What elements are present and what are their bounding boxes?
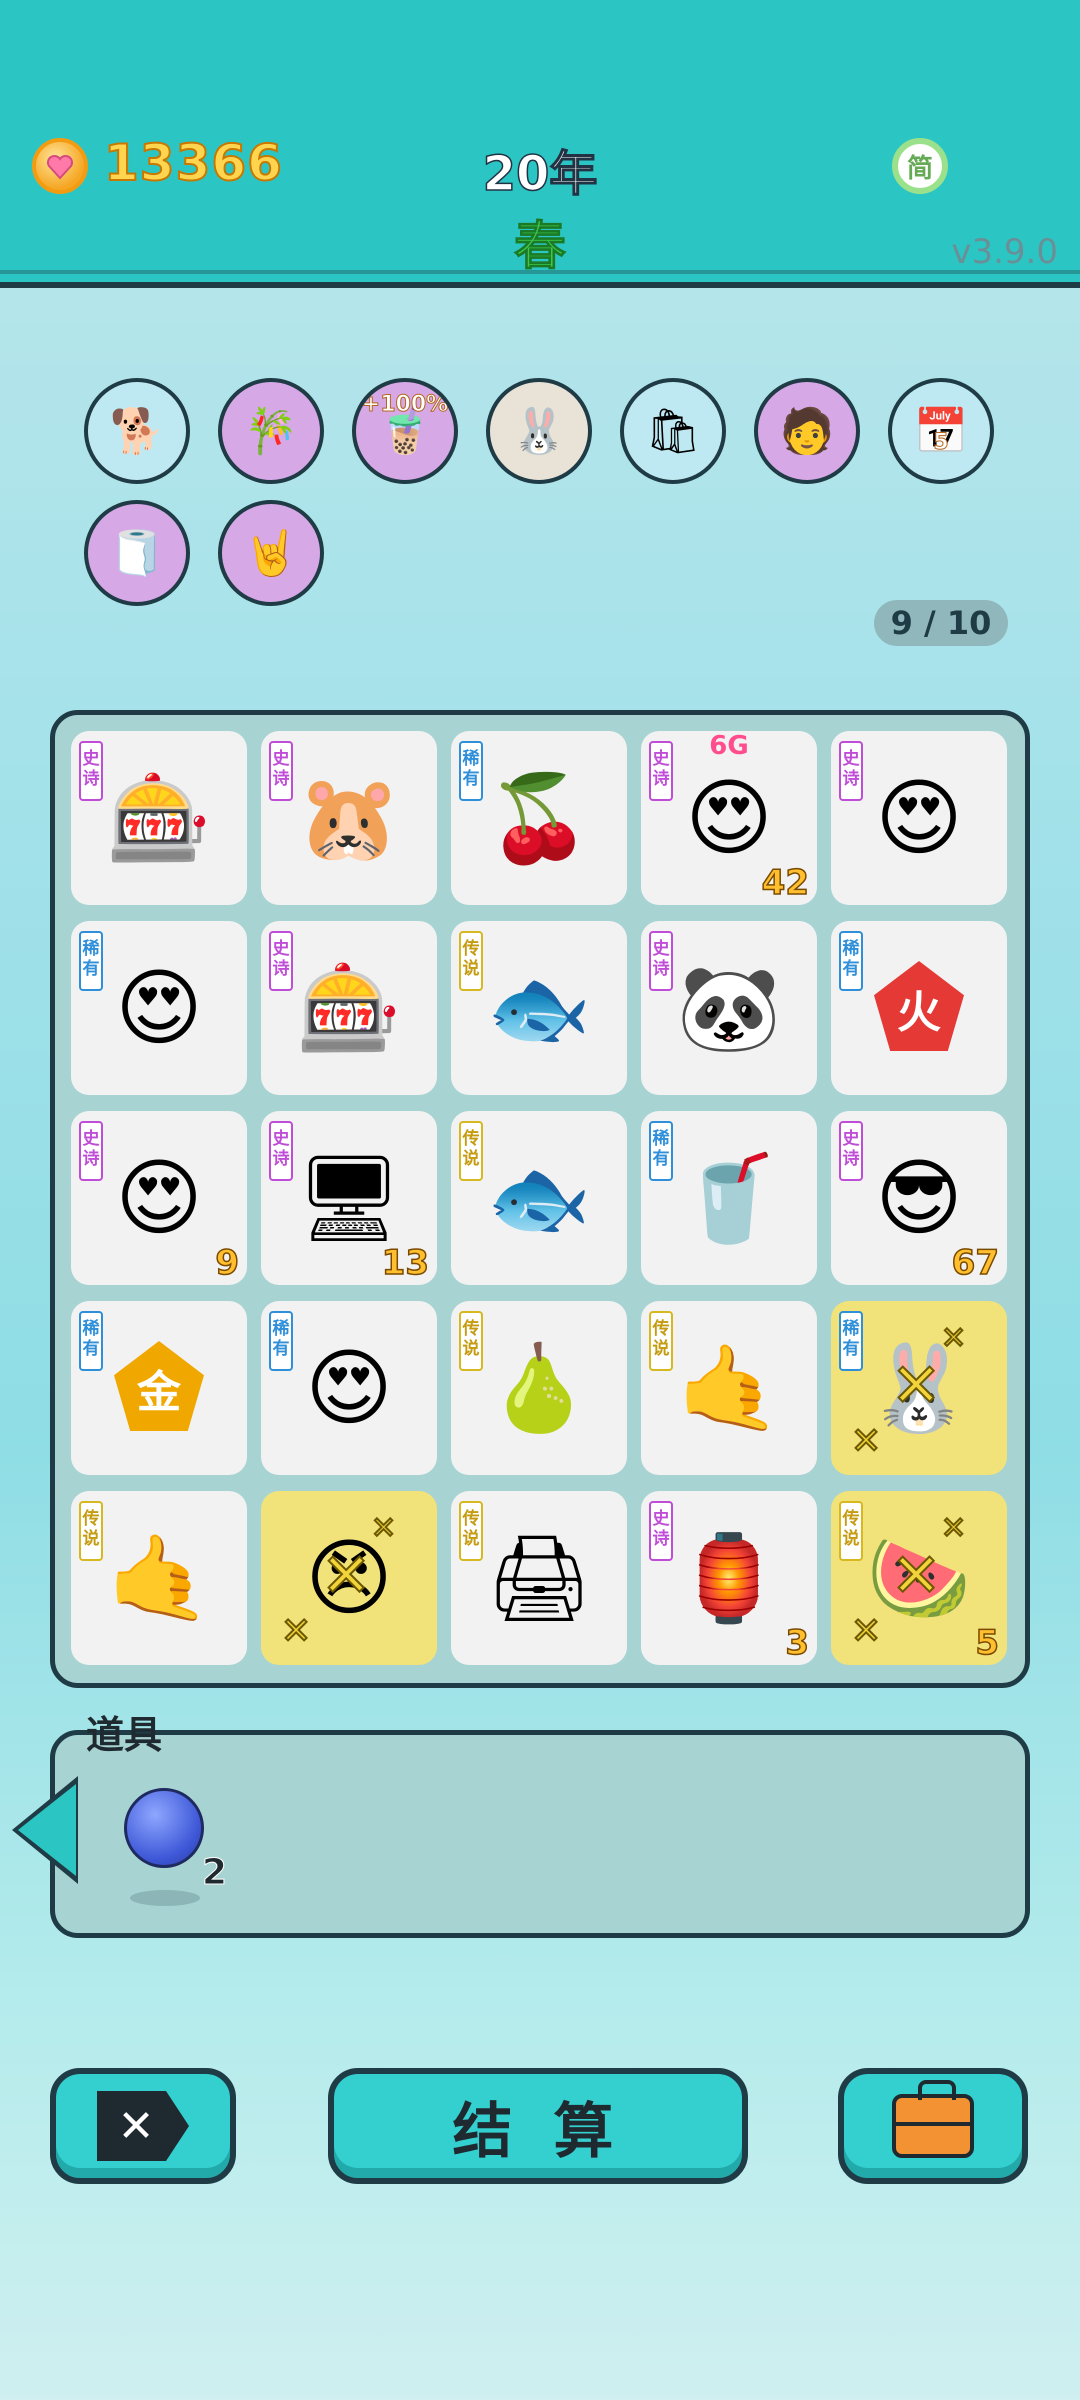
rarity-tag-epic: 史诗 (79, 1121, 103, 1181)
board-cell-bunny-gift[interactable]: 🐰 稀有 ✕ ✕ ✕ (831, 1301, 1007, 1475)
rarity-tag-legend: 传说 (79, 1501, 103, 1561)
berry-shadow (130, 1890, 200, 1906)
rice-bag-buff-icon[interactable]: 🛍 (620, 378, 726, 484)
rarity-tag-epic: 史诗 (269, 1121, 293, 1181)
board-cell-pointing-hand[interactable]: 🤙 传说 (641, 1301, 817, 1475)
rarity-tag-rare: 稀有 (649, 1121, 673, 1181)
rarity-tag-legend: 传说 (459, 1121, 483, 1181)
cell-count: 5 (975, 1622, 1000, 1664)
bag-button[interactable] (838, 2068, 1028, 2184)
cell-count: 9 (215, 1242, 240, 1284)
cross-mark-icon: ✕ (850, 1420, 882, 1463)
rarity-tag-legend: 传说 (649, 1311, 673, 1371)
season-label: 春 (513, 217, 566, 278)
board-capacity-counter: 9 / 10 (874, 600, 1008, 646)
blueberry-item-count: 2 (201, 1852, 228, 1894)
milk-tea-plus100-buff-label: +100% (361, 392, 449, 418)
rarity-tag-epic: 史诗 (649, 1501, 673, 1561)
cell-count: 67 (951, 1242, 1000, 1284)
bamboo-buff-icon[interactable]: 🎋 (218, 378, 324, 484)
cell-bonus-label: 6G (709, 731, 749, 761)
language-toggle-button[interactable]: 简 (892, 138, 948, 194)
rarity-tag-epic: 史诗 (839, 741, 863, 801)
board-cell-graphics-card[interactable]: 🖥 史诗 13 (261, 1111, 437, 1285)
rarity-tag-epic: 史诗 (839, 1121, 863, 1181)
items-prev-arrow-icon[interactable] (18, 1784, 76, 1876)
rarity-tag-legend: 传说 (459, 931, 483, 991)
rarity-tag-rare: 稀有 (269, 1311, 293, 1371)
calendar-buff-icon[interactable]: 📅 5 (888, 378, 994, 484)
rarity-tag-rare: 稀有 (839, 931, 863, 991)
husky-dog-buff-glyph: 🐕 (109, 406, 165, 457)
briefcase-icon (892, 2080, 974, 2158)
top-bar: 13366 20年 春 简 v3.9.0 (0, 0, 1080, 288)
board-cell-fire-element[interactable]: 火稀有 (831, 921, 1007, 1095)
calendar-buff-label: 5 (933, 430, 949, 456)
milk-tea-plus100-buff-icon[interactable]: 🧋 +100% (352, 378, 458, 484)
cross-mark-icon: ✕ (940, 1320, 967, 1357)
exit-icon: ✕ (97, 2091, 189, 2161)
cross-mark-icon: ✕ (890, 1350, 942, 1422)
board-cell-capsule-machine[interactable]: 🎰 史诗 (261, 921, 437, 1095)
cross-mark-icon: ✕ (280, 1610, 312, 1653)
cross-mark-icon: ✕ (850, 1610, 882, 1653)
board-cell-koi-fish[interactable]: 🐟 传说 (451, 921, 627, 1095)
board-cell-heart-eyes-boy[interactable]: 😍 稀有 (261, 1301, 437, 1475)
version-label: v3.9.0 (951, 232, 1058, 272)
rarity-tag-legend: 传说 (839, 1501, 863, 1561)
multiplier-head-buff-icon[interactable]: 🧑 (754, 378, 860, 484)
tissue-box-buff-glyph: 🧻 (109, 528, 165, 579)
board-cell-groundhog[interactable]: 🐹 史诗 (261, 731, 437, 905)
rarity-tag-epic: 史诗 (79, 741, 103, 801)
cell-count: 42 (761, 862, 810, 904)
bunny-buff-icon[interactable]: 🐰 (486, 378, 592, 484)
rarity-tag-rare: 稀有 (79, 931, 103, 991)
board-cell-longan-fruit[interactable]: 🍐 传说 (451, 1301, 627, 1475)
board-cell-gold-element[interactable]: 金稀有 (71, 1301, 247, 1475)
items-title: 道具 (86, 1713, 163, 1757)
rice-bag-buff-glyph: 🛍 (645, 406, 701, 457)
cross-mark-icon: ✕ (320, 1540, 372, 1612)
rock-hand-buff-glyph: 🤘 (243, 528, 299, 579)
board-cell-lychee[interactable]: 🍒 稀有 (451, 731, 627, 905)
rarity-tag-rare: 稀有 (839, 1311, 863, 1371)
husky-dog-buff-icon[interactable]: 🐕 (84, 378, 190, 484)
rock-hand-buff-icon[interactable]: 🤘 (218, 500, 324, 606)
board-cell-watermelon[interactable]: 🍉 传说 5 ✕ ✕ ✕ (831, 1491, 1007, 1665)
board-cell-pointing-hand[interactable]: 🤙 传说 (71, 1491, 247, 1665)
board-cell-koi-fish[interactable]: 🐟 传说 (451, 1111, 627, 1285)
board-cell-rapper-man[interactable]: 😠 ✕ ✕ ✕ (261, 1491, 437, 1665)
exit-button[interactable]: ✕ (50, 2068, 236, 2184)
cell-count: 13 (381, 1242, 430, 1284)
board-cell-panda[interactable]: 🐼 史诗 (641, 921, 817, 1095)
settle-button[interactable]: 结 算 (328, 2068, 748, 2184)
rarity-tag-legend: 传说 (459, 1311, 483, 1371)
bunny-buff-glyph: 🐰 (511, 406, 567, 457)
board-cell-bald-heart-eyes[interactable]: 😍 稀有 (71, 921, 247, 1095)
cross-mark-icon: ✕ (940, 1510, 967, 1547)
cross-mark-icon: ✕ (890, 1540, 942, 1612)
board-cell-heart-eyes-girl[interactable]: 😍 史诗 9 (71, 1111, 247, 1285)
rarity-tag-epic: 史诗 (269, 931, 293, 991)
cell-count: 3 (785, 1622, 810, 1664)
rarity-tag-rare: 稀有 (79, 1311, 103, 1371)
board-cell-heart-eyes-girl[interactable]: 😍 史诗 (831, 731, 1007, 905)
board-cell-green-hat-man[interactable]: 😎 史诗 67 (831, 1111, 1007, 1285)
board-cell-bunny-house[interactable]: 🏮 史诗 3 (641, 1491, 817, 1665)
board-cell-milk-tea[interactable]: 🥤 稀有 (641, 1111, 817, 1285)
rarity-tag-epic: 史诗 (269, 741, 293, 801)
tissue-box-buff-icon[interactable]: 🧻 (84, 500, 190, 606)
cross-mark-icon: ✕ (370, 1510, 397, 1547)
board-cell-capsule-machine[interactable]: 🎰 史诗 (71, 731, 247, 905)
bamboo-buff-glyph: 🎋 (243, 406, 299, 457)
board-cell-printer[interactable]: 🖨 传说 (451, 1491, 627, 1665)
rarity-tag-epic: 史诗 (649, 931, 673, 991)
multiplier-head-buff-glyph: 🧑 (779, 406, 835, 457)
blueberry-item-icon[interactable] (124, 1788, 204, 1868)
board-cell-heart-eyes-girl[interactable]: 😍 史诗 6G 42 (641, 731, 817, 905)
rarity-tag-legend: 传说 (459, 1501, 483, 1561)
item-board: 🎰 史诗 🐹 史诗 🍒 稀有 😍 史诗 6G 42 😍 史诗 😍 稀有 🎰 史诗 🐟 传说 🐼 史诗火稀有 😍 史诗 9 🖥 史… (50, 710, 1030, 1688)
rarity-tag-rare: 稀有 (459, 741, 483, 801)
